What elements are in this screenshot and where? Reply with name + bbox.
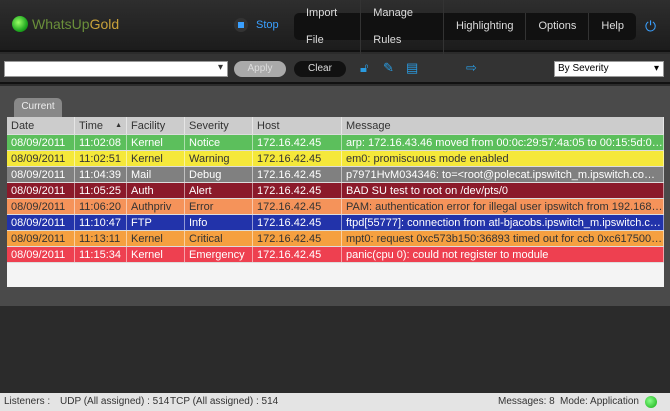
col-date[interactable]: Date: [7, 117, 75, 134]
cell-date: 08/09/2011: [7, 231, 75, 246]
cell-host: 172.16.42.45: [253, 231, 342, 246]
cell-severity: Emergency: [185, 247, 253, 262]
tcp-listener: TCP (All assigned) : 514: [170, 396, 279, 407]
main-menu: Import File Manage Rules Highlighting Op…: [294, 0, 636, 54]
table-row[interactable]: 08/09/2011 11:05:25 Auth Alert 172.16.42.45 B…: [7, 183, 664, 199]
message-count: Messages: 8: [498, 396, 555, 407]
cell-severity: Notice: [185, 135, 253, 150]
document-icon[interactable]: ▤: [406, 60, 418, 76]
filter-combobox[interactable]: [4, 61, 228, 77]
cell-severity: Alert: [185, 183, 253, 198]
cell-date: 08/09/2011: [7, 167, 75, 182]
header: WhatsUp Gold Stop Import File Manage Rule…: [0, 0, 670, 54]
apply-button[interactable]: Apply: [234, 61, 286, 77]
table-row[interactable]: 08/09/2011 11:10:47 FTP Info 172.16.42.45 ftp…: [7, 215, 664, 231]
table-row[interactable]: 08/09/2011 11:06:20 Authpriv Error 172.16.42…: [7, 199, 664, 215]
cell-facility: Kernel: [127, 151, 185, 166]
cell-message: mpt0: request 0xc573b150:36893 timed out…: [342, 231, 664, 246]
cell-date: 08/09/2011: [7, 183, 75, 198]
sort-select[interactable]: By Severity: [554, 61, 664, 77]
cell-host: 172.16.42.45: [253, 247, 342, 262]
menu-highlighting[interactable]: Highlighting: [444, 13, 527, 40]
cell-facility: Kernel: [127, 231, 185, 246]
eraser-icon[interactable]: ✎: [383, 60, 394, 76]
status-indicator-icon: [645, 396, 657, 408]
cell-severity: Warning: [185, 151, 253, 166]
menu-import-file[interactable]: Import File: [294, 0, 362, 54]
toolbar: Apply Clear 🔓︎ ✎ ▤ ⇨ By Severity: [0, 54, 670, 84]
cell-time: 11:02:08: [75, 135, 127, 150]
cell-facility: Auth: [127, 183, 185, 198]
unlock-icon[interactable]: 🔓︎: [360, 60, 368, 76]
cell-severity: Error: [185, 199, 253, 214]
tab-current[interactable]: Current: [14, 98, 62, 117]
message-table: Date Time ▲ Facility Severity Host Messag…: [7, 117, 664, 287]
stop-icon: [234, 18, 248, 32]
cell-time: 11:06:20: [75, 199, 127, 214]
cell-host: 172.16.42.45: [253, 215, 342, 230]
listeners-label: Listeners :: [4, 396, 51, 407]
cell-facility: Authpriv: [127, 199, 185, 214]
table-row[interactable]: 08/09/2011 11:13:11 Kernel Critical 172.16.4…: [7, 231, 664, 247]
cell-time: 11:15:34: [75, 247, 127, 262]
table-row[interactable]: 08/09/2011 11:15:34 Kernel Emergency 172.16.…: [7, 247, 664, 263]
col-facility[interactable]: Facility: [127, 117, 185, 134]
cell-message: PAM: authentication error for illegal us…: [342, 199, 664, 214]
logo-icon: [12, 16, 28, 32]
cell-facility: Kernel: [127, 247, 185, 262]
cell-host: 172.16.42.45: [253, 183, 342, 198]
cell-message: panic(cpu 0): could not register to modu…: [342, 247, 664, 262]
cell-severity: Critical: [185, 231, 253, 246]
table-row[interactable]: 08/09/2011 11:04:39 Mail Debug 172.16.42.45 p…: [7, 167, 664, 183]
sort-asc-icon: ▲: [115, 122, 122, 129]
cell-host: 172.16.42.45: [253, 135, 342, 150]
cell-facility: Kernel: [127, 135, 185, 150]
cell-facility: FTP: [127, 215, 185, 230]
cell-facility: Mail: [127, 167, 185, 182]
table-row[interactable]: 08/09/2011 11:02:08 Kernel Notice 172.16.42.…: [7, 135, 664, 151]
stop-button[interactable]: Stop: [234, 18, 279, 32]
menu-options[interactable]: Options: [526, 13, 590, 40]
menu-help[interactable]: Help: [589, 13, 636, 40]
cell-message: ftpd[55777]: connection from atl-bjacobs…: [342, 215, 664, 230]
table-row[interactable]: 08/09/2011 11:02:51 Kernel Warning 172.16.42…: [7, 151, 664, 167]
cell-severity: Debug: [185, 167, 253, 182]
mode: Mode: Application: [560, 396, 639, 407]
cell-time: 11:02:51: [75, 151, 127, 166]
cell-date: 08/09/2011: [7, 151, 75, 166]
table-header: Date Time ▲ Facility Severity Host Messag…: [7, 117, 664, 135]
cell-message: p7971HvM034346: to=<root@polecat.ipswitc…: [342, 167, 664, 182]
cell-time: 11:04:39: [75, 167, 127, 182]
cell-date: 08/09/2011: [7, 247, 75, 262]
cell-host: 172.16.42.45: [253, 151, 342, 166]
cell-date: 08/09/2011: [7, 215, 75, 230]
cell-time: 11:13:11: [75, 231, 127, 246]
col-host[interactable]: Host: [253, 117, 342, 134]
cell-severity: Info: [185, 215, 253, 230]
cell-host: 172.16.42.45: [253, 199, 342, 214]
cell-message: BAD SU test to root on /dev/pts/0: [342, 183, 664, 198]
cell-date: 08/09/2011: [7, 199, 75, 214]
power-icon[interactable]: ⏻: [645, 18, 656, 35]
cell-date: 08/09/2011: [7, 135, 75, 150]
col-message[interactable]: Message: [342, 117, 664, 134]
menu-manage-rules[interactable]: Manage Rules: [361, 0, 444, 54]
col-severity[interactable]: Severity: [185, 117, 253, 134]
cell-time: 11:10:47: [75, 215, 127, 230]
status-bar: Listeners : UDP (All assigned) : 514 TCP…: [0, 393, 670, 411]
cell-message: em0: promiscuous mode enabled: [342, 151, 664, 166]
cell-time: 11:05:25: [75, 183, 127, 198]
clear-button[interactable]: Clear: [294, 61, 346, 77]
cell-host: 172.16.42.45: [253, 167, 342, 182]
cell-message: arp: 172.16.43.46 moved from 00:0c:29:57…: [342, 135, 664, 150]
udp-listener: UDP (All assigned) : 514: [60, 396, 170, 407]
export-icon[interactable]: ⇨: [466, 60, 477, 76]
logo: WhatsUp Gold: [12, 16, 119, 32]
col-time[interactable]: Time ▲: [75, 117, 127, 134]
